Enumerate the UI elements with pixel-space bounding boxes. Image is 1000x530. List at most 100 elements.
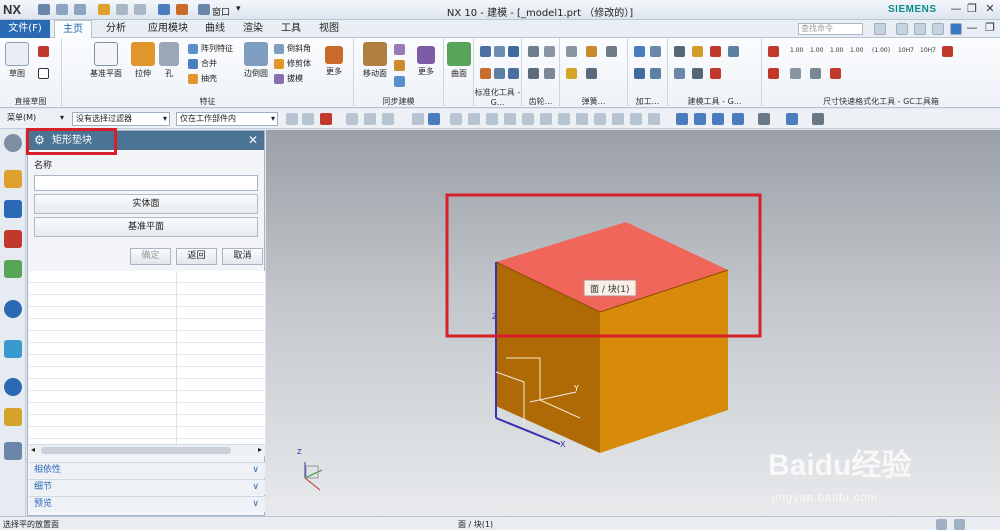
dimension-tool-2-icon[interactable] bbox=[942, 46, 953, 57]
role-icon[interactable] bbox=[4, 408, 22, 426]
select-tool-3-icon[interactable] bbox=[320, 113, 332, 125]
machining-tool-3-icon[interactable] bbox=[634, 68, 645, 79]
minimize-icon[interactable]: — bbox=[948, 2, 964, 16]
repeat-command-icon[interactable] bbox=[158, 4, 170, 15]
back-button[interactable]: 返回 bbox=[176, 248, 217, 265]
copy-icon[interactable] bbox=[116, 4, 128, 15]
section-dependencies[interactable]: 相依性 ∨ bbox=[29, 462, 265, 478]
snap-5-icon[interactable] bbox=[522, 113, 534, 125]
dimension-format-6[interactable]: 10H7 bbox=[898, 47, 914, 54]
close-icon[interactable]: ✕ bbox=[982, 2, 998, 16]
tab-render[interactable]: 渲染 bbox=[238, 20, 268, 38]
tab-home[interactable]: 主页 bbox=[54, 20, 92, 38]
modeling-tool-2-icon[interactable] bbox=[692, 46, 703, 57]
datum-plane-button[interactable]: 基准平面 bbox=[88, 42, 124, 86]
settings-icon[interactable] bbox=[932, 23, 944, 35]
dialog-close-icon[interactable]: ✕ bbox=[248, 131, 258, 150]
sync-tool-3-icon[interactable] bbox=[394, 76, 405, 87]
move-face-button[interactable]: 移动面 bbox=[358, 42, 392, 86]
edge-blend-button[interactable]: 边倒圆 bbox=[238, 42, 274, 86]
clock-icon[interactable] bbox=[4, 378, 22, 396]
help-icon[interactable] bbox=[950, 23, 962, 35]
web-browser-icon[interactable] bbox=[4, 300, 22, 318]
restore-icon[interactable]: ❐ bbox=[964, 2, 980, 16]
snap-7-icon[interactable] bbox=[558, 113, 570, 125]
spring-tool-1-icon[interactable] bbox=[566, 46, 577, 57]
redo-icon[interactable] bbox=[74, 4, 86, 15]
dimension-tool-5-icon[interactable] bbox=[810, 68, 821, 79]
part-navigator-icon[interactable] bbox=[4, 170, 22, 188]
standard-tool-1-icon[interactable] bbox=[480, 46, 491, 57]
home-icon[interactable] bbox=[896, 23, 908, 35]
modeling-tool-7-icon[interactable] bbox=[710, 68, 721, 79]
shell-button[interactable]: 抽壳 bbox=[188, 73, 217, 85]
sync-tool-1-icon[interactable] bbox=[394, 44, 405, 55]
dimension-tool-4-icon[interactable] bbox=[790, 68, 801, 79]
tab-tools[interactable]: 工具 bbox=[276, 20, 306, 38]
constraint-navigator-icon[interactable] bbox=[4, 230, 22, 248]
touch-mode-icon[interactable] bbox=[176, 4, 188, 15]
standard-tool-4-icon[interactable] bbox=[480, 68, 491, 79]
select-tool-8-icon[interactable] bbox=[428, 113, 440, 125]
status-icon-2[interactable] bbox=[954, 519, 965, 530]
tab-view[interactable]: 视图 bbox=[314, 20, 344, 38]
trim-body-button[interactable]: 修剪体 bbox=[274, 58, 311, 70]
select-tool-5-icon[interactable] bbox=[364, 113, 376, 125]
modeling-tool-6-icon[interactable] bbox=[692, 68, 703, 79]
type-filter-dropdown[interactable]: 没有选择过滤器 bbox=[72, 112, 170, 126]
gear-tool-2-icon[interactable] bbox=[544, 46, 555, 57]
modeling-tool-5-icon[interactable] bbox=[674, 68, 685, 79]
save-icon[interactable] bbox=[38, 4, 50, 15]
modeling-tool-4-icon[interactable] bbox=[728, 46, 739, 57]
machining-tool-4-icon[interactable] bbox=[650, 68, 661, 79]
spring-tool-4-icon[interactable] bbox=[566, 68, 577, 79]
scope-dropdown[interactable]: 仅在工作部件内 bbox=[176, 112, 278, 126]
cut-icon[interactable] bbox=[98, 4, 110, 15]
dimension-format-1[interactable]: 1.00 bbox=[790, 47, 803, 54]
scroll-left-icon[interactable]: ◂ bbox=[31, 445, 35, 454]
feature-more-button[interactable]: 更多 bbox=[320, 42, 348, 86]
system-scene-icon[interactable] bbox=[4, 442, 22, 460]
snap-4-icon[interactable] bbox=[504, 113, 516, 125]
horizontal-scrollbar[interactable]: ◂ ▸ bbox=[29, 444, 265, 456]
doc-minimize-icon[interactable]: — bbox=[964, 21, 980, 35]
select-tool-6-icon[interactable] bbox=[382, 113, 394, 125]
gear-tool-3-icon[interactable] bbox=[528, 68, 539, 79]
view-tool-6-icon[interactable] bbox=[786, 113, 798, 125]
select-tool-4-icon[interactable] bbox=[346, 113, 358, 125]
modeling-tool-3-icon[interactable] bbox=[710, 46, 721, 57]
draft-button[interactable]: 拔模 bbox=[274, 73, 303, 85]
dimension-format-4[interactable]: 1.00 bbox=[850, 47, 863, 54]
sync-more-button[interactable]: 更多 bbox=[412, 42, 440, 86]
snap-3-icon[interactable] bbox=[486, 113, 498, 125]
gear-tool-4-icon[interactable] bbox=[544, 68, 555, 79]
resource-settings-icon[interactable] bbox=[4, 134, 22, 152]
standard-tool-2-icon[interactable] bbox=[494, 46, 505, 57]
snap-11-icon[interactable] bbox=[630, 113, 642, 125]
spring-tool-5-icon[interactable] bbox=[586, 68, 597, 79]
dimension-tool-6-icon[interactable] bbox=[830, 68, 841, 79]
standard-tool-5-icon[interactable] bbox=[494, 68, 505, 79]
chamfer-button[interactable]: 倒斜角 bbox=[274, 43, 311, 55]
snap-2-icon[interactable] bbox=[468, 113, 480, 125]
machining-tool-1-icon[interactable] bbox=[634, 46, 645, 57]
assembly-navigator-icon[interactable] bbox=[4, 200, 22, 218]
select-tool-1-icon[interactable] bbox=[286, 113, 298, 125]
snap-6-icon[interactable] bbox=[540, 113, 552, 125]
sketch-button[interactable]: 草图 bbox=[4, 42, 30, 86]
dimension-format-7[interactable]: 10H7 bbox=[920, 47, 936, 54]
snap-1-icon[interactable] bbox=[450, 113, 462, 125]
scrollbar-thumb[interactable] bbox=[41, 447, 231, 454]
unite-button[interactable]: 合并 bbox=[188, 58, 217, 70]
tab-applications[interactable]: 应用模块 bbox=[142, 20, 194, 38]
select-tool-2-icon[interactable] bbox=[302, 113, 314, 125]
cancel-button[interactable]: 取消 bbox=[222, 248, 263, 265]
pattern-feature-button[interactable]: 阵列特征 bbox=[188, 43, 233, 55]
standard-tool-3-icon[interactable] bbox=[508, 46, 519, 57]
snap-9-icon[interactable] bbox=[594, 113, 606, 125]
view-tool-4-icon[interactable] bbox=[732, 113, 744, 125]
undo-icon[interactable] bbox=[56, 4, 68, 15]
collapse-ribbon-icon[interactable] bbox=[914, 23, 926, 35]
machining-tool-2-icon[interactable] bbox=[650, 46, 661, 57]
dimension-format-5[interactable]: (1.00) bbox=[872, 47, 890, 54]
